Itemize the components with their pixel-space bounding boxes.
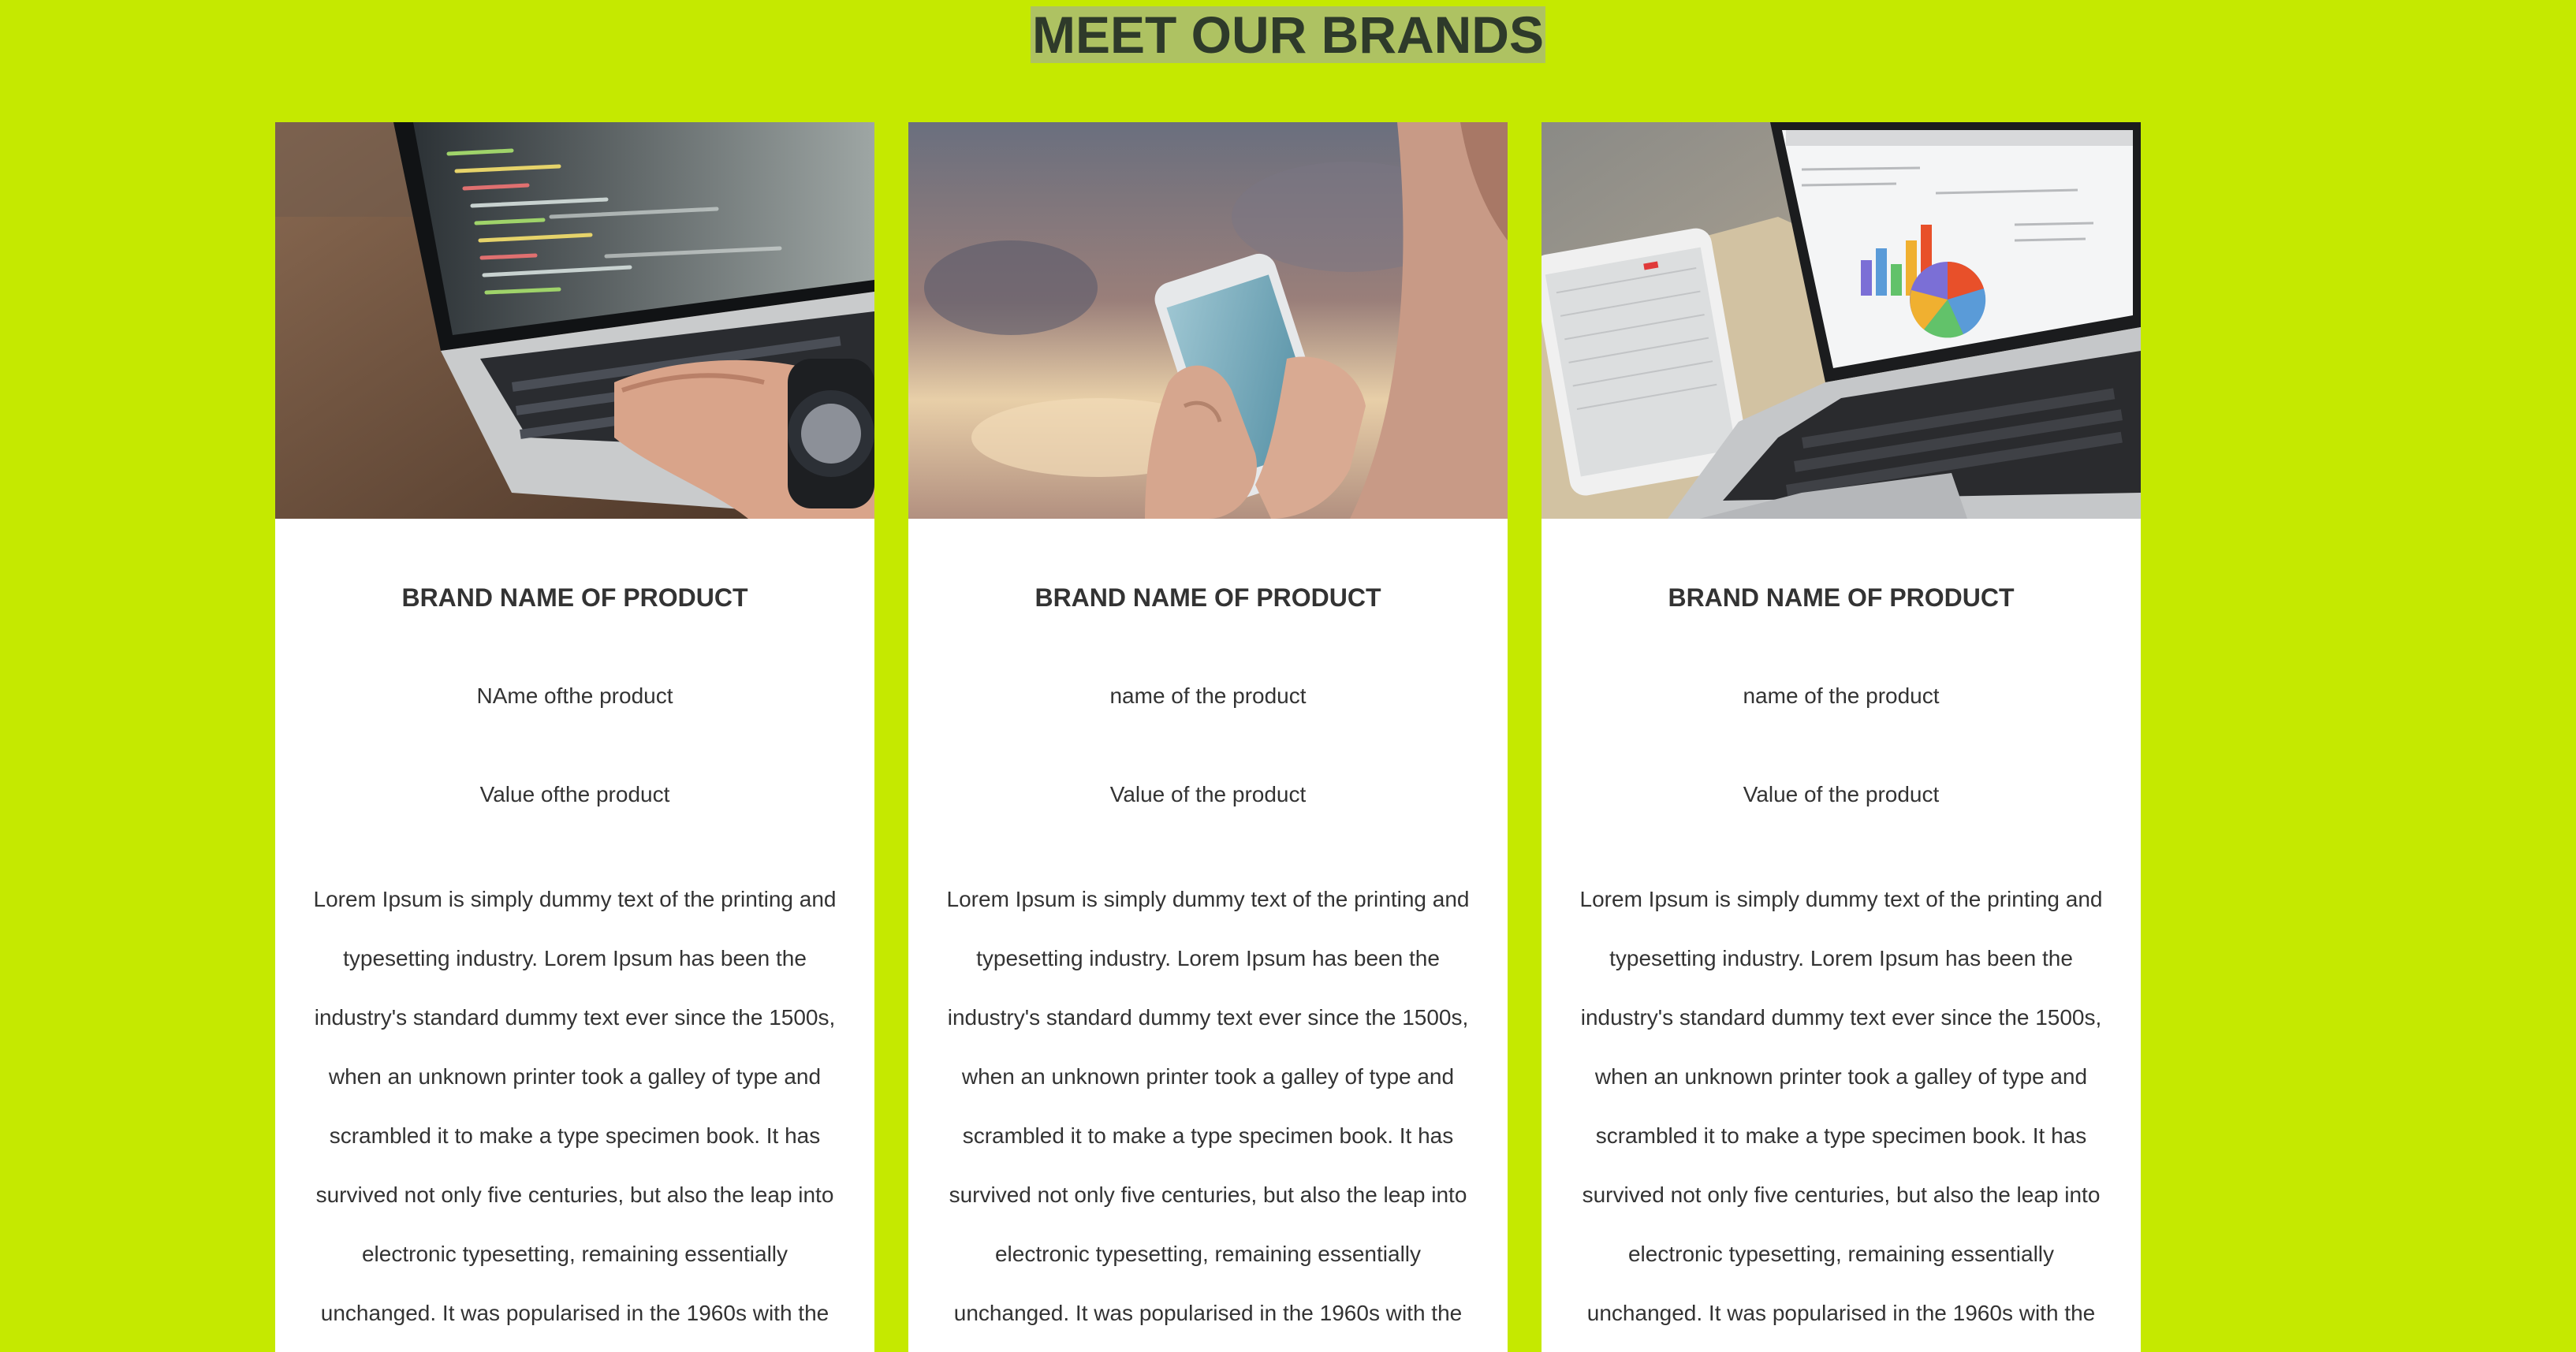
page-header: MEET OUR BRANDS	[0, 0, 2576, 63]
product-value: Value ofthe product	[479, 782, 670, 806]
card-body: BRAND NAME OF PRODUCT name of the produc…	[908, 519, 1508, 1352]
brand-name: BRAND NAME OF PRODUCT	[1035, 583, 1381, 612]
product-description: Lorem Ipsum is simply dummy text of the …	[1579, 887, 2103, 1325]
product-name: name of the product	[1743, 683, 1940, 708]
brand-card: BRAND NAME OF PRODUCT name of the produc…	[1541, 122, 2141, 1352]
card-body: BRAND NAME OF PRODUCT NAme ofthe product…	[275, 519, 874, 1352]
product-name: name of the product	[1109, 683, 1307, 708]
product-description: Lorem Ipsum is simply dummy text of the …	[946, 887, 1470, 1325]
smartphone-hands-photo-icon	[908, 122, 1508, 519]
laptop-coding-photo-icon	[275, 122, 874, 519]
card-body: BRAND NAME OF PRODUCT name of the produc…	[1541, 519, 2141, 1352]
product-description: Lorem Ipsum is simply dummy text of the …	[313, 887, 837, 1325]
brand-name: BRAND NAME OF PRODUCT	[1668, 583, 2015, 612]
brand-card: BRAND NAME OF PRODUCT NAme ofthe product…	[275, 122, 874, 1352]
product-name: NAme ofthe product	[476, 683, 673, 708]
page-title: MEET OUR BRANDS	[1030, 6, 1545, 64]
brand-cards: BRAND NAME OF PRODUCT NAme ofthe product…	[275, 122, 2141, 1352]
laptop-tablet-charts-photo-icon	[1541, 122, 2141, 519]
brand-card: BRAND NAME OF PRODUCT name of the produc…	[908, 122, 1508, 1352]
product-value: Value of the product	[1743, 782, 1940, 806]
product-value: Value of the product	[1109, 782, 1307, 806]
brand-name: BRAND NAME OF PRODUCT	[401, 583, 748, 612]
